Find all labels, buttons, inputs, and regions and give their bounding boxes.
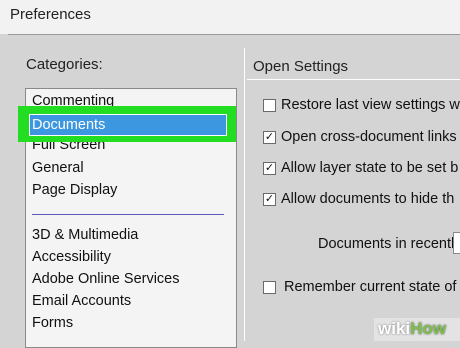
open-settings-group-line [247,79,460,80]
cross-document-links-option[interactable]: ✓ Open cross-document links [263,127,457,147]
documents-recently-label: Documents in recently [318,236,460,252]
cross-document-links-checkbox[interactable]: ✓ [263,130,276,144]
remember-state-label: Remember current state of [284,279,457,295]
category-item-3d-multimedia[interactable]: 3D & Multimedia [32,227,138,243]
restore-view-label: Restore last view settings wi [281,97,460,113]
restore-view-option[interactable]: Restore last view settings wi [263,95,460,115]
category-item-email-accounts[interactable]: Email Accounts [32,293,131,309]
categories-label: Categories: [26,56,103,73]
remember-state-checkbox[interactable] [263,280,276,294]
watermark-how: How [410,319,447,338]
title-bar: Preferences [0,0,460,34]
remember-state-option[interactable]: Remember current state of [263,277,456,297]
hide-toolbars-label: Allow documents to hide th [281,191,455,207]
restore-view-checkbox[interactable] [263,98,276,112]
layer-state-label: Allow layer state to be set b [281,160,459,176]
frame-divider [8,34,460,35]
window-title: Preferences [10,6,91,23]
hide-toolbars-option[interactable]: ✓ Allow documents to hide th [263,189,454,209]
layer-state-checkbox[interactable]: ✓ [263,161,276,175]
category-item-forms[interactable]: Forms [32,315,73,331]
category-item-page-display[interactable]: Page Display [32,182,117,198]
category-item-adobe-online-services[interactable]: Adobe Online Services [32,271,180,287]
category-item-general[interactable]: General [32,160,84,176]
panel-separator [244,48,245,341]
category-item-accessibility[interactable]: Accessibility [32,249,111,265]
recent-documents-count-field[interactable] [453,232,460,254]
wikihow-watermark: wikiHow [378,319,446,339]
hide-toolbars-checkbox[interactable]: ✓ [263,192,276,206]
category-divider [32,214,224,215]
watermark-wiki: wiki [378,319,411,338]
cross-document-links-label: Open cross-document links [281,129,457,145]
category-item-documents[interactable]: Documents [29,114,227,136]
open-settings-title: Open Settings [253,58,349,75]
layer-state-option[interactable]: ✓ Allow layer state to be set b [263,158,458,178]
